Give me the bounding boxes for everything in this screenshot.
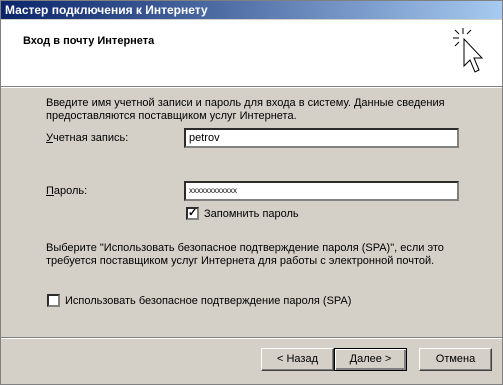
wizard-header: Вход в почту Интернета [1,20,502,87]
wizard-window: Мастер подключения к Интернету Вход в по… [0,0,503,385]
spa-label: Использовать безопасное подтверждение па… [65,295,352,307]
intro-text: Введите имя учетной записи и пароль для … [46,97,445,122]
spa-checkbox[interactable] [47,294,60,307]
remember-password-checkbox[interactable]: ✓ [186,207,199,220]
footer-separator [1,337,502,339]
next-button[interactable]: Далее > [334,348,407,371]
header-separator [1,87,502,88]
spa-note-text: Выберите "Использовать безопасное подтве… [46,242,444,267]
remember-password-label: Запомнить пароль [204,208,299,220]
password-label-rest: ароль: [53,185,88,197]
account-input[interactable]: petrov [184,128,459,148]
back-button[interactable]: < Назад [261,348,334,371]
account-label: Учетная запись: [46,132,129,144]
password-input[interactable]: xxxxxxxxxxxx [184,181,459,201]
account-label-rest: четная запись: [53,132,129,144]
title-bar: Мастер подключения к Интернету [1,1,502,19]
checkmark-icon: ✓ [188,207,198,219]
cancel-button[interactable]: Отмена [419,348,492,371]
page-title: Вход в почту Интернета [23,35,155,47]
window-title: Мастер подключения к Интернету [5,3,208,17]
sparkle-cursor-icon [453,28,484,73]
password-label: Пароль: [46,185,88,197]
